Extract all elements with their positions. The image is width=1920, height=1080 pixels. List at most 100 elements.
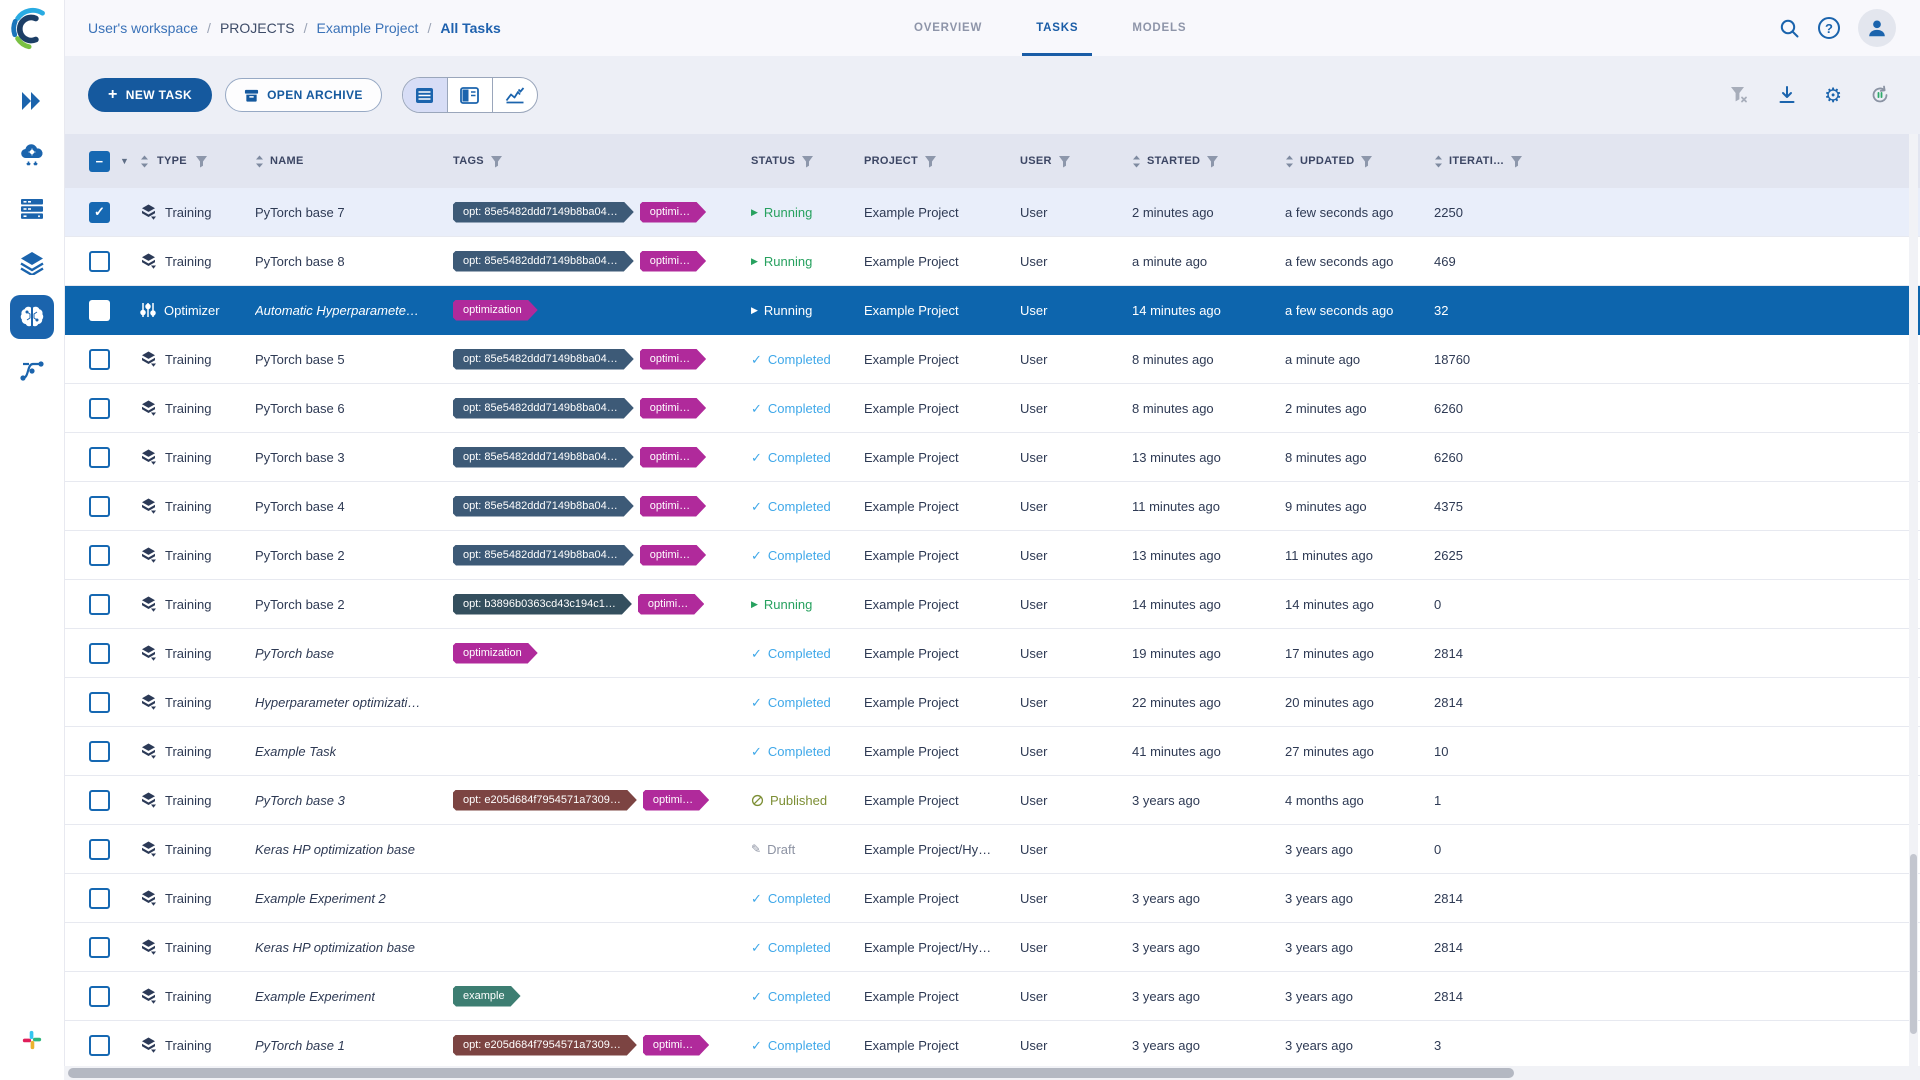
row-checkbox[interactable] [89, 986, 110, 1007]
tag[interactable]: optimi… [643, 790, 709, 811]
row-checkbox[interactable] [89, 741, 110, 762]
breadcrumb-item[interactable]: User's workspace [88, 20, 198, 36]
column-header-user[interactable]: USER [1020, 155, 1132, 168]
table-row[interactable]: TrainingKeras HP optimization base✓Compl… [64, 923, 1920, 972]
sidebar-item-datasets[interactable] [10, 241, 54, 285]
table-row[interactable]: TrainingPyTorch base 3opt: e205d684f7954… [64, 776, 1920, 825]
sort-icon[interactable] [140, 155, 149, 168]
sort-icon[interactable] [255, 155, 264, 168]
row-checkbox[interactable] [89, 594, 110, 615]
filter-funnel-icon[interactable] [1510, 155, 1523, 168]
tag[interactable]: optimi… [640, 398, 706, 419]
task-name[interactable]: PyTorch base 4 [255, 499, 345, 514]
task-name[interactable]: Keras HP optimization base [255, 940, 415, 955]
column-header-tags[interactable]: TAGS [453, 155, 751, 168]
tag[interactable]: optimi… [640, 496, 706, 517]
sidebar-item-orchestration[interactable] [10, 133, 54, 177]
task-name[interactable]: PyTorch base 6 [255, 401, 345, 416]
tag[interactable]: opt: 85e5482ddd7149b8ba04… [453, 447, 634, 468]
table-row[interactable]: TrainingExample Experiment 2✓CompletedEx… [64, 874, 1920, 923]
table-row[interactable]: TrainingPyTorch base 3opt: 85e5482ddd714… [64, 433, 1920, 482]
row-checkbox[interactable] [89, 545, 110, 566]
filter-funnel-icon[interactable] [924, 155, 937, 168]
table-row[interactable]: TrainingPyTorch base 8opt: 85e5482ddd714… [64, 237, 1920, 286]
table-row[interactable]: TrainingPyTorch base 2opt: b3896b0363cd4… [64, 580, 1920, 629]
task-name[interactable]: PyTorch base 3 [255, 793, 345, 808]
download-icon[interactable] [1778, 86, 1796, 104]
column-header-type[interactable]: TYPE [140, 155, 255, 168]
filter-funnel-icon[interactable] [195, 155, 208, 168]
row-checkbox[interactable] [89, 447, 110, 468]
breadcrumb-item[interactable]: All Tasks [440, 20, 500, 36]
slack-icon[interactable] [10, 1018, 54, 1062]
tag[interactable]: opt: b3896b0363cd43c194c1… [453, 594, 632, 615]
task-name[interactable]: PyTorch base 2 [255, 597, 345, 612]
tag[interactable]: opt: 85e5482ddd7149b8ba04… [453, 545, 634, 566]
tag[interactable]: opt: 85e5482ddd7149b8ba04… [453, 251, 634, 272]
row-checkbox[interactable] [89, 1035, 110, 1056]
row-checkbox[interactable] [89, 643, 110, 664]
tag[interactable]: opt: e205d684f7954571a7309… [453, 1035, 637, 1056]
tag[interactable]: opt: 85e5482ddd7149b8ba04… [453, 398, 634, 419]
task-name[interactable]: PyTorch base [255, 646, 334, 661]
column-header-iteration[interactable]: ITERATI… [1434, 155, 1523, 168]
table-row[interactable]: TrainingPyTorch base 6opt: 85e5482ddd714… [64, 384, 1920, 433]
tag[interactable]: example [453, 986, 521, 1007]
row-checkbox[interactable] [89, 839, 110, 860]
row-checkbox[interactable] [89, 349, 110, 370]
table-row[interactable]: TrainingPyTorch baseoptimization✓Complet… [64, 629, 1920, 678]
sidebar-item-expand[interactable] [10, 79, 54, 123]
task-name[interactable]: Automatic Hyperparamete… [255, 303, 419, 318]
table-row[interactable]: TrainingPyTorch base 2opt: 85e5482ddd714… [64, 531, 1920, 580]
sort-icon[interactable] [1285, 155, 1294, 168]
row-checkbox[interactable] [89, 692, 110, 713]
table-row[interactable]: TrainingPyTorch base 4opt: 85e5482ddd714… [64, 482, 1920, 531]
settings-gear-icon[interactable]: ⚙ [1824, 83, 1842, 108]
task-name[interactable]: PyTorch base 3 [255, 450, 345, 465]
filter-funnel-icon[interactable] [1058, 155, 1071, 168]
breadcrumb-item[interactable]: Example Project [317, 20, 419, 36]
clear-filters-icon[interactable] [1730, 86, 1750, 104]
row-checkbox[interactable] [89, 398, 110, 419]
column-header-name[interactable]: NAME [255, 155, 453, 168]
sidebar-item-workers-queues[interactable] [10, 187, 54, 231]
select-dropdown-icon[interactable]: ▼ [120, 156, 129, 166]
table-row[interactable]: TrainingHyperparameter optimizati…✓Compl… [64, 678, 1920, 727]
task-name[interactable]: PyTorch base 7 [255, 205, 345, 220]
vertical-scrollbar[interactable] [1910, 854, 1917, 1034]
sort-icon[interactable] [1132, 155, 1141, 168]
task-name[interactable]: Example Experiment [255, 989, 375, 1004]
task-name[interactable]: PyTorch base 1 [255, 1038, 345, 1053]
search-icon[interactable] [1779, 18, 1800, 39]
task-name[interactable]: Example Task [255, 744, 336, 759]
filter-funnel-icon[interactable] [1206, 155, 1219, 168]
table-row[interactable]: ✓TrainingPyTorch base 7opt: 85e5482ddd71… [64, 188, 1920, 237]
tag[interactable]: optimization [453, 300, 538, 321]
tag[interactable]: opt: 85e5482ddd7149b8ba04… [453, 202, 634, 223]
tag[interactable]: opt: e205d684f7954571a7309… [453, 790, 637, 811]
tag[interactable]: optimi… [640, 202, 706, 223]
column-header-project[interactable]: PROJECT [864, 155, 1020, 168]
help-icon[interactable]: ? [1818, 17, 1840, 39]
row-checkbox[interactable] [89, 251, 110, 272]
filter-funnel-icon[interactable] [1360, 155, 1373, 168]
auto-refresh-icon[interactable] [1870, 85, 1890, 105]
horizontal-scrollbar[interactable] [68, 1068, 1514, 1078]
user-avatar[interactable] [1858, 9, 1896, 47]
tag[interactable]: optimi… [640, 447, 706, 468]
task-name[interactable]: Example Experiment 2 [255, 891, 386, 906]
table-row[interactable]: TrainingPyTorch base 1opt: e205d684f7954… [64, 1021, 1920, 1070]
filter-funnel-icon[interactable] [801, 155, 814, 168]
clearml-logo[interactable] [9, 6, 55, 52]
table-row[interactable]: TrainingExample Task✓CompletedExample Pr… [64, 727, 1920, 776]
row-checkbox[interactable] [89, 790, 110, 811]
tag[interactable]: optimi… [640, 545, 706, 566]
select-all-checkbox[interactable]: − [89, 151, 110, 172]
table-view-button[interactable] [403, 78, 448, 112]
sidebar-item-projects[interactable] [10, 295, 54, 339]
row-checkbox[interactable] [89, 496, 110, 517]
tag[interactable]: opt: 85e5482ddd7149b8ba04… [453, 349, 634, 370]
task-name[interactable]: Hyperparameter optimizati… [255, 695, 420, 710]
sort-icon[interactable] [1434, 155, 1443, 168]
split-view-button[interactable] [448, 78, 493, 112]
